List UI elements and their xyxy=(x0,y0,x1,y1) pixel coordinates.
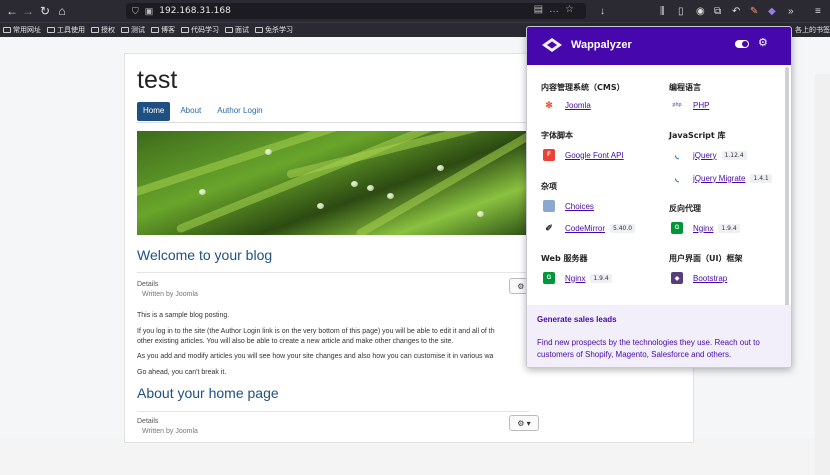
bookmark-folder[interactable]: 面试 xyxy=(225,25,249,35)
browser-toolbar: ← → ↻ ⌂ ⛉ ▣ 192.168.31.168 ▤…☆ ↓ ⫼ ▯ ◉ ⧉… xyxy=(0,0,830,22)
category-misc: 杂项 xyxy=(541,182,557,191)
version-badge: 1.4.1 xyxy=(750,173,772,183)
folder-icon xyxy=(151,27,159,33)
other-bookmarks[interactable]: 各上的书签 xyxy=(795,25,830,35)
article-tools-button[interactable]: ⚙ ▾ xyxy=(509,415,539,431)
joomla-icon: ✻ xyxy=(543,99,555,111)
bookmark-folder[interactable]: 授权 xyxy=(91,25,115,35)
gear-icon: ⚙ ▾ xyxy=(517,418,531,428)
page-scrollbar[interactable] xyxy=(815,74,830,475)
divider xyxy=(137,272,529,273)
article-text: As you add and modify articles you will … xyxy=(137,353,494,360)
footer-title[interactable]: Generate sales leads xyxy=(537,315,617,324)
wappalyzer-logo-icon xyxy=(542,38,562,52)
category-javascript-libraries: JavaScript 库 xyxy=(669,131,726,140)
bookmark-folder[interactable]: 测试 xyxy=(121,25,145,35)
folder-icon xyxy=(255,27,263,33)
codemirror-icon: ✐ xyxy=(543,222,555,234)
folder-icon xyxy=(225,27,233,33)
url-action-icons[interactable]: ▤…☆ xyxy=(534,4,580,15)
settings-gear-icon[interactable]: ⚙ xyxy=(758,36,768,49)
library-icon[interactable]: ⫼ xyxy=(660,6,665,17)
article-text: other existing articles. You will also b… xyxy=(137,338,454,345)
tech-bootstrap[interactable]: ◆ Bootstrap xyxy=(671,271,727,285)
tech-jquery[interactable]: ◟ jQuery 1.12.4 xyxy=(671,148,747,162)
screenshot-icon[interactable]: ⧉ xyxy=(714,6,721,17)
site-nav: Home About Author Login xyxy=(137,102,269,121)
undo-icon[interactable]: ↶ xyxy=(732,6,740,17)
url-text: 192.168.31.168 xyxy=(159,6,231,16)
nginx-icon: G xyxy=(671,222,683,234)
google-font-icon: F xyxy=(543,149,555,161)
wappalyzer-header: Wappalyzer ⚙ xyxy=(527,27,791,65)
bookmark-folder[interactable]: 免杀学习 xyxy=(255,25,293,35)
category-cms: 内容管理系统（CMS） xyxy=(541,83,625,92)
shield-icon[interactable]: ⛉ xyxy=(132,6,139,17)
version-badge: 1.9.4 xyxy=(718,223,740,233)
wappalyzer-popup: Wappalyzer ⚙ 内容管理系统（CMS） ✻ Joomla 字体脚本 F… xyxy=(526,26,792,368)
download-icon[interactable]: ↓ xyxy=(600,6,605,17)
nav-about[interactable]: About xyxy=(174,102,207,121)
folder-icon xyxy=(47,27,55,33)
folder-icon xyxy=(91,27,99,33)
tech-php[interactable]: php PHP xyxy=(671,98,709,112)
tech-jquery-migrate[interactable]: ◟ jQuery Migrate 1.4.1 xyxy=(671,171,772,185)
bookmark-folder[interactable]: 代码学习 xyxy=(181,25,219,35)
jquery-migrate-icon: ◟ xyxy=(671,172,683,184)
menu-icon[interactable]: ≡ xyxy=(815,6,821,17)
article-text: This is a sample blog posting. xyxy=(137,312,230,319)
overflow-icon[interactable]: » xyxy=(788,6,794,17)
article-text: Go ahead, you can't break it. xyxy=(137,369,227,376)
footer-text[interactable]: Find new prospects by the technologies t… xyxy=(537,337,781,361)
tech-choices[interactable]: Choices xyxy=(543,199,594,213)
bookmark-folder[interactable]: 常用网址 xyxy=(3,25,41,35)
tech-joomla[interactable]: ✻ Joomla xyxy=(543,98,591,112)
extension-icon[interactable]: ✎ xyxy=(750,6,758,17)
author-line: Written by Joomla xyxy=(142,428,198,435)
tech-nginx[interactable]: G Nginx 1.9.4 xyxy=(543,271,612,285)
version-badge: 1.9.4 xyxy=(590,273,612,283)
hero-image xyxy=(137,131,529,235)
wappalyzer-toolbar-icon[interactable]: ◆ xyxy=(768,6,776,17)
article-title[interactable]: Welcome to your blog xyxy=(137,247,272,263)
bookmark-folder[interactable]: 博客 xyxy=(151,25,175,35)
details-label: Details xyxy=(137,281,159,288)
tech-google-font-api[interactable]: F Google Font API xyxy=(543,148,624,162)
divider xyxy=(137,411,529,412)
jquery-icon: ◟ xyxy=(671,149,683,161)
category-programming-languages: 编程语言 xyxy=(669,83,701,92)
version-badge: 5.40.0 xyxy=(610,223,636,233)
reader-icon[interactable]: ▯ xyxy=(678,6,684,17)
account-icon[interactable]: ◉ xyxy=(696,6,705,17)
home-icon[interactable]: ⌂ xyxy=(52,1,72,21)
bootstrap-icon: ◆ xyxy=(671,272,683,284)
folder-icon xyxy=(3,27,11,33)
sales-leads-footer: Generate sales leads Find new prospects … xyxy=(527,305,791,367)
nav-author-login[interactable]: Author Login xyxy=(211,102,268,121)
bookmark-folder[interactable]: 工具使用 xyxy=(47,25,85,35)
author-line: Written by Joomla xyxy=(142,291,198,298)
folder-icon xyxy=(181,27,189,33)
choices-icon xyxy=(543,200,555,212)
category-web-server: Web 服务器 xyxy=(541,254,588,263)
folder-icon xyxy=(121,27,129,33)
tech-nginx-proxy[interactable]: G Nginx 1.9.4 xyxy=(671,221,740,235)
enable-toggle[interactable] xyxy=(735,40,749,48)
site-title[interactable]: test xyxy=(137,66,177,95)
url-bar[interactable]: ⛉ ▣ 192.168.31.168 ▤…☆ xyxy=(126,3,586,19)
nav-home[interactable]: Home xyxy=(137,102,171,121)
article-title[interactable]: About your home page xyxy=(137,385,279,401)
article-text: If you log in to the site (the Author Lo… xyxy=(137,328,495,335)
category-reverse-proxy: 反向代理 xyxy=(669,204,701,213)
php-icon: php xyxy=(671,99,683,111)
version-badge: 1.12.4 xyxy=(721,150,747,160)
tech-codemirror[interactable]: ✐ CodeMirror 5.40.0 xyxy=(543,221,636,235)
category-font-scripts: 字体脚本 xyxy=(541,131,573,140)
wappalyzer-title: Wappalyzer xyxy=(571,39,632,51)
category-ui-frameworks: 用户界面（UI）框架 xyxy=(669,254,743,263)
nginx-icon: G xyxy=(543,272,555,284)
popup-scrollbar[interactable] xyxy=(785,67,789,327)
details-label: Details xyxy=(137,418,159,425)
page-info-icon[interactable]: ▣ xyxy=(145,6,154,17)
